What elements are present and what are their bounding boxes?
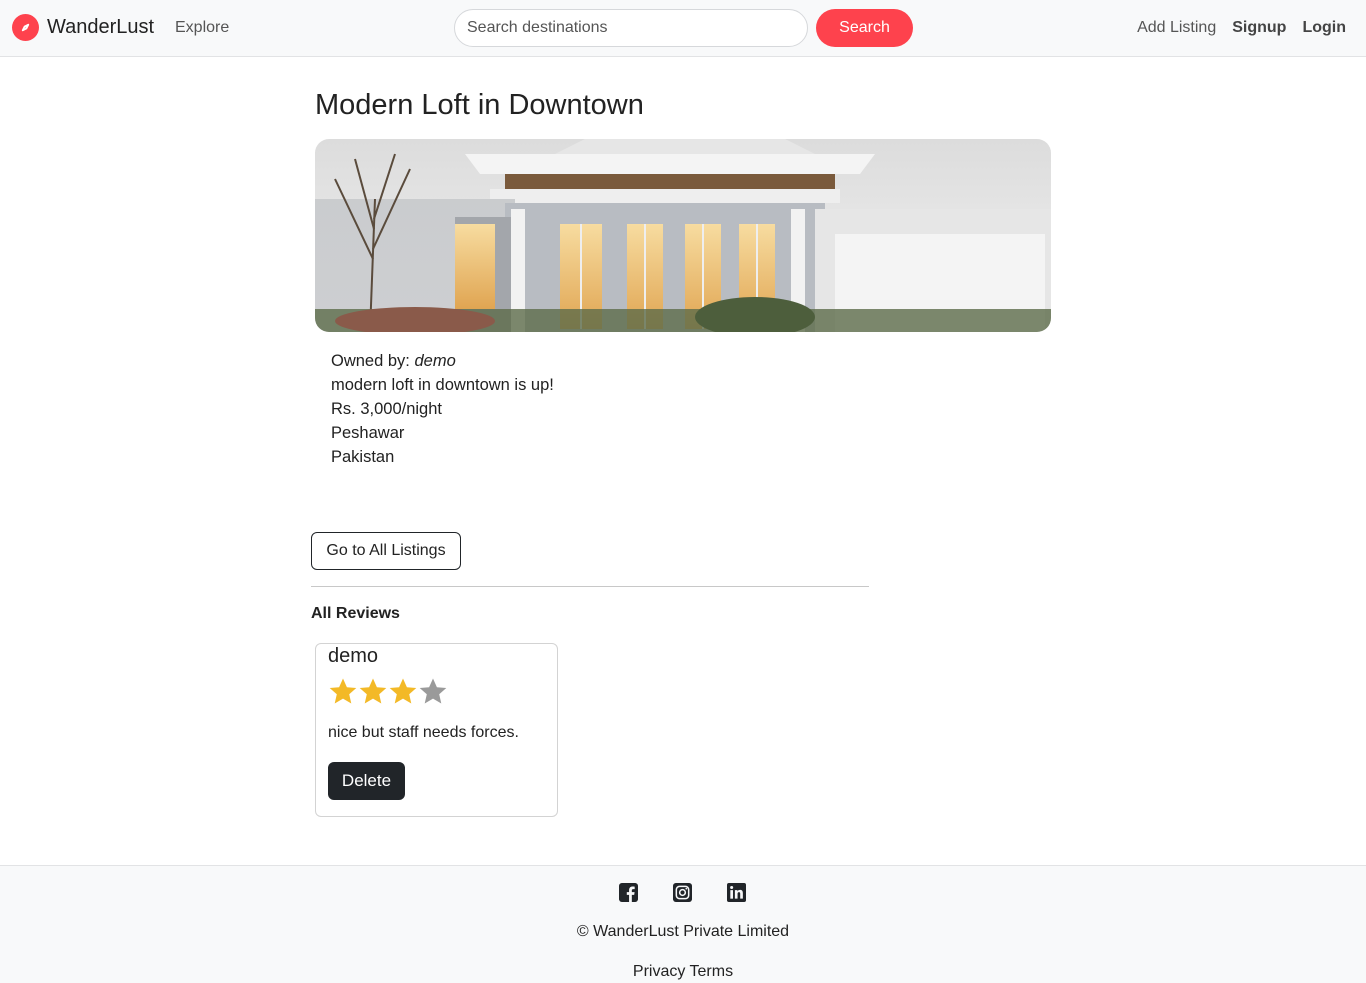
listing-details: Owned by: demo modern loft in downtown i…	[331, 349, 554, 469]
navbar: WanderLust Explore Search Add Listing Si…	[0, 0, 1366, 57]
divider	[311, 586, 869, 587]
footer-links: Privacy Terms	[0, 963, 1366, 981]
star-filled-icon	[329, 678, 357, 704]
add-listing-link[interactable]: Add Listing	[1137, 19, 1216, 37]
facebook-icon[interactable]	[619, 883, 638, 902]
brand-name: WanderLust	[47, 16, 155, 38]
review-comment: nice but staff needs forces.	[328, 724, 519, 741]
review-author: demo	[328, 645, 379, 667]
owner-line: Owned by: demo	[331, 349, 554, 373]
footer: © WanderLust Private Limited Privacy Ter…	[0, 865, 1366, 983]
nav-explore-link[interactable]: Explore	[175, 19, 229, 37]
nav-right-links: Add Listing Signup Login	[1137, 19, 1346, 37]
star-filled-icon	[389, 678, 417, 704]
linkedin-icon[interactable]	[727, 883, 746, 902]
review-card: demo nice but staff needs forces. Delete	[315, 643, 558, 817]
privacy-link[interactable]: Privacy	[633, 963, 685, 980]
signup-link[interactable]: Signup	[1232, 19, 1286, 37]
brand-link[interactable]: WanderLust	[12, 14, 154, 41]
listing-description: modern loft in downtown is up!	[331, 376, 554, 394]
owner-name: demo	[414, 352, 456, 370]
reviews-heading: All Reviews	[311, 605, 400, 622]
instagram-icon[interactable]	[673, 883, 692, 902]
listing-title: Modern Loft in Downtown	[315, 89, 644, 121]
login-link[interactable]: Login	[1302, 19, 1346, 37]
star-filled-icon	[359, 678, 387, 704]
terms-link[interactable]: Terms	[690, 963, 734, 980]
star-empty-icon	[419, 678, 447, 704]
search-button[interactable]: Search	[816, 9, 913, 47]
all-listings-button[interactable]: Go to All Listings	[311, 532, 461, 570]
delete-review-button[interactable]: Delete	[328, 762, 405, 800]
compass-icon	[12, 14, 39, 41]
listing-image	[315, 139, 1051, 332]
owned-by-label: Owned by:	[331, 352, 410, 370]
listing-country: Pakistan	[331, 448, 395, 466]
listing-location: Peshawar	[331, 424, 405, 442]
listing-price: Rs. 3,000/night	[331, 400, 442, 418]
search-input[interactable]	[454, 9, 808, 47]
review-rating	[328, 677, 448, 707]
copyright: © WanderLust Private Limited	[576, 923, 790, 940]
social-links	[619, 883, 746, 902]
